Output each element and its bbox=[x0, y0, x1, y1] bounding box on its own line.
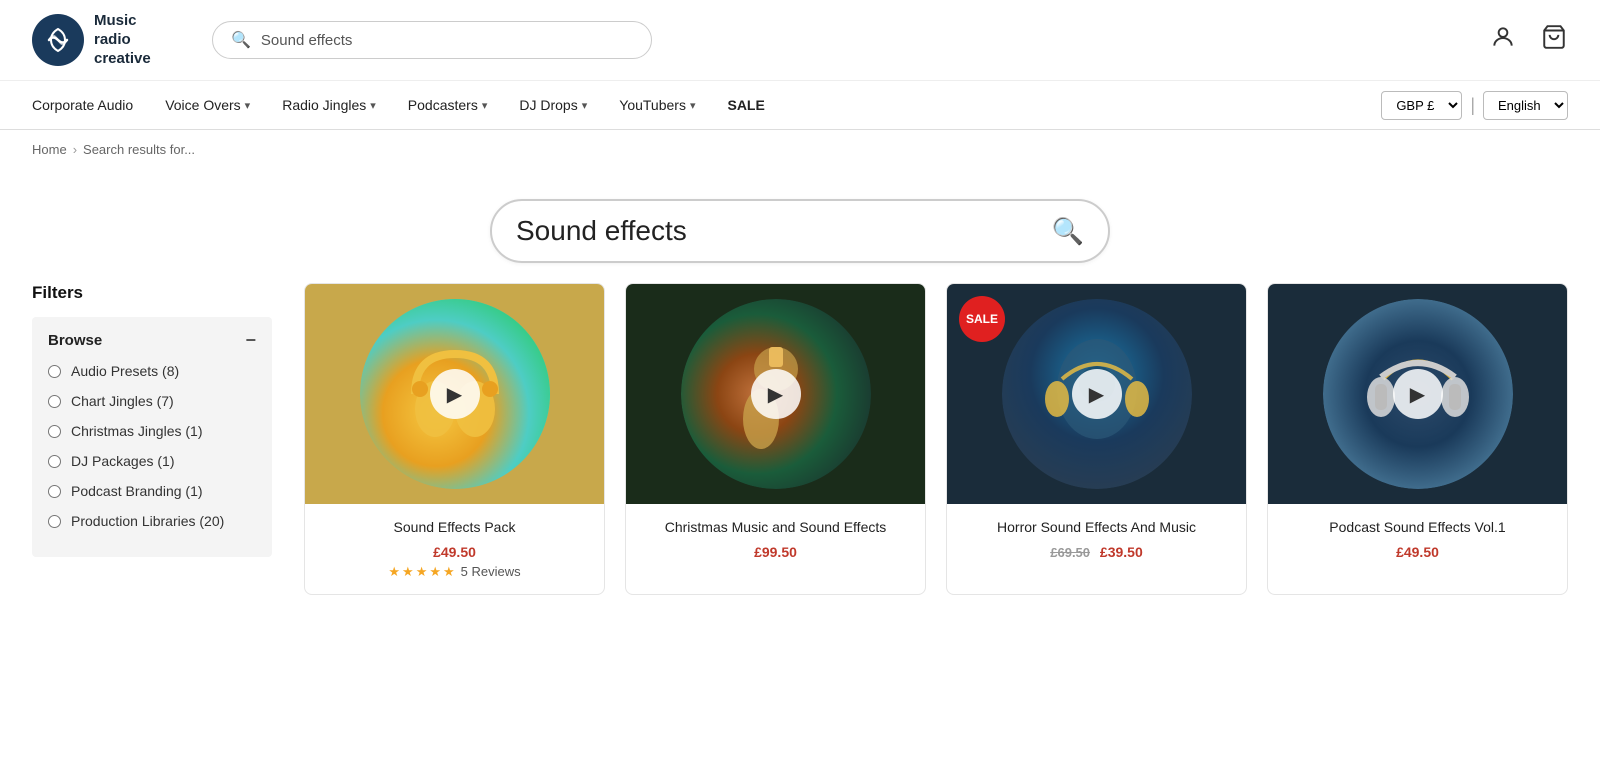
chevron-down-icon: ▾ bbox=[482, 99, 488, 112]
breadcrumb-separator: › bbox=[73, 142, 77, 157]
filter-label-chart-jingles: Chart Jingles (7) bbox=[71, 393, 174, 409]
filter-radio-production-libraries[interactable] bbox=[48, 515, 61, 528]
search-hero: 🔍 bbox=[0, 169, 1600, 283]
product-card-3[interactable]: SALE bbox=[946, 283, 1247, 595]
nav-radio-jingles[interactable]: Radio Jingles ▾ bbox=[282, 81, 376, 129]
product-card-1[interactable]: ▶ Sound Effects Pack £49.50 ★ ★ ★ ★ ★ 5 … bbox=[304, 283, 605, 595]
content-area: Filters Browse − Audio Presets (8) Chart… bbox=[0, 283, 1600, 635]
chevron-down-icon: ▾ bbox=[245, 99, 251, 112]
product-info-2: Christmas Music and Sound Effects £99.50 bbox=[626, 504, 925, 578]
nav-youtubers[interactable]: YouTubers ▾ bbox=[619, 81, 695, 129]
product-card-2[interactable]: ▶ Christmas Music and Sound Effects £99.… bbox=[625, 283, 926, 595]
header: Music radio creative 🔍 bbox=[0, 0, 1600, 81]
product-name-3: Horror Sound Effects And Music bbox=[961, 518, 1232, 538]
filter-christmas-jingles[interactable]: Christmas Jingles (1) bbox=[48, 423, 256, 439]
breadcrumb: Home › Search results for... bbox=[0, 130, 1600, 169]
play-button-4[interactable]: ▶ bbox=[1393, 369, 1443, 419]
hero-search-bar[interactable]: 🔍 bbox=[490, 199, 1110, 263]
chevron-down-icon: ▾ bbox=[690, 99, 696, 112]
filter-podcast-branding[interactable]: Podcast Branding (1) bbox=[48, 483, 256, 499]
breadcrumb-home[interactable]: Home bbox=[32, 142, 67, 157]
nav-divider: | bbox=[1470, 95, 1475, 116]
navigation: Corporate Audio Voice Overs ▾ Radio Jing… bbox=[0, 81, 1600, 130]
nav-dj-drops[interactable]: DJ Drops ▾ bbox=[519, 81, 587, 129]
product-name-4: Podcast Sound Effects Vol.1 bbox=[1282, 518, 1553, 538]
browse-label: Browse bbox=[48, 332, 102, 349]
product-info-3: Horror Sound Effects And Music £69.50 £3… bbox=[947, 504, 1246, 578]
sale-badge-3: SALE bbox=[959, 296, 1005, 342]
filter-label-audio-presets: Audio Presets (8) bbox=[71, 363, 179, 379]
star-icon: ★ bbox=[429, 564, 441, 580]
hero-search-input[interactable] bbox=[516, 215, 1038, 247]
product-image-wrap-3: SALE bbox=[947, 284, 1246, 504]
logo-text: Music radio creative bbox=[94, 12, 151, 68]
nav-right: GBP £ USD $ EUR € | English French bbox=[1381, 91, 1568, 120]
nav-corporate-audio[interactable]: Corporate Audio bbox=[32, 81, 133, 129]
product-price-4: £49.50 bbox=[1282, 544, 1553, 560]
star-icon: ★ bbox=[416, 564, 428, 580]
star-icon: ★ bbox=[388, 564, 400, 580]
nav-sale[interactable]: SALE bbox=[727, 81, 764, 129]
product-image-wrap-1: ▶ bbox=[305, 284, 604, 504]
browse-panel: Browse − Audio Presets (8) Chart Jingles… bbox=[32, 317, 272, 557]
product-price-3: £69.50 £39.50 bbox=[961, 544, 1232, 560]
nav-podcasters[interactable]: Podcasters ▾ bbox=[408, 81, 488, 129]
product-info-1: Sound Effects Pack £49.50 ★ ★ ★ ★ ★ 5 Re… bbox=[305, 504, 604, 594]
header-search-icon: 🔍 bbox=[231, 30, 251, 50]
logo[interactable]: Music radio creative bbox=[32, 12, 192, 68]
product-original-price-3: £69.50 bbox=[1050, 545, 1090, 560]
header-search-bar[interactable]: 🔍 bbox=[212, 21, 652, 59]
product-stars-1: ★ ★ ★ ★ ★ 5 Reviews bbox=[319, 564, 590, 580]
nav-voice-overs[interactable]: Voice Overs ▾ bbox=[165, 81, 250, 129]
product-image-wrap-2: ▶ bbox=[626, 284, 925, 504]
filter-radio-chart-jingles[interactable] bbox=[48, 395, 61, 408]
products-grid: ▶ Sound Effects Pack £49.50 ★ ★ ★ ★ ★ 5 … bbox=[304, 283, 1568, 595]
star-icon: ★ bbox=[443, 564, 455, 580]
play-button-2[interactable]: ▶ bbox=[751, 369, 801, 419]
collapse-browse-button[interactable]: − bbox=[245, 331, 256, 349]
play-button-1[interactable]: ▶ bbox=[430, 369, 480, 419]
sidebar: Filters Browse − Audio Presets (8) Chart… bbox=[32, 283, 272, 595]
browse-header: Browse − bbox=[48, 331, 256, 349]
filter-label-christmas-jingles: Christmas Jingles (1) bbox=[71, 423, 202, 439]
header-icons bbox=[1490, 24, 1568, 56]
star-icon: ★ bbox=[402, 564, 414, 580]
logo-icon bbox=[32, 14, 84, 66]
filter-radio-dj-packages[interactable] bbox=[48, 455, 61, 468]
filter-audio-presets[interactable]: Audio Presets (8) bbox=[48, 363, 256, 379]
product-info-4: Podcast Sound Effects Vol.1 £49.50 bbox=[1268, 504, 1567, 578]
filter-radio-christmas-jingles[interactable] bbox=[48, 425, 61, 438]
filter-radio-audio-presets[interactable] bbox=[48, 365, 61, 378]
filter-label-production-libraries: Production Libraries (20) bbox=[71, 513, 224, 529]
filter-chart-jingles[interactable]: Chart Jingles (7) bbox=[48, 393, 256, 409]
product-name-1: Sound Effects Pack bbox=[319, 518, 590, 538]
product-sale-price-3: £39.50 bbox=[1100, 544, 1143, 560]
product-name-2: Christmas Music and Sound Effects bbox=[640, 518, 911, 538]
play-button-3[interactable]: ▶ bbox=[1072, 369, 1122, 419]
language-select[interactable]: English French bbox=[1483, 91, 1568, 120]
chevron-down-icon: ▾ bbox=[370, 99, 376, 112]
product-price-2: £99.50 bbox=[640, 544, 911, 560]
user-icon[interactable] bbox=[1490, 24, 1516, 56]
cart-icon[interactable] bbox=[1540, 24, 1568, 56]
hero-search-icon[interactable]: 🔍 bbox=[1052, 216, 1084, 247]
chevron-down-icon: ▾ bbox=[582, 99, 588, 112]
filter-label-dj-packages: DJ Packages (1) bbox=[71, 453, 174, 469]
filter-label-podcast-branding: Podcast Branding (1) bbox=[71, 483, 203, 499]
breadcrumb-current: Search results for... bbox=[83, 142, 195, 157]
reviews-count-1: 5 Reviews bbox=[461, 564, 521, 579]
header-search-input[interactable] bbox=[261, 32, 633, 49]
filter-dj-packages[interactable]: DJ Packages (1) bbox=[48, 453, 256, 469]
product-price-1: £49.50 bbox=[319, 544, 590, 560]
filter-production-libraries[interactable]: Production Libraries (20) bbox=[48, 513, 256, 529]
filters-title: Filters bbox=[32, 283, 272, 303]
currency-select[interactable]: GBP £ USD $ EUR € bbox=[1381, 91, 1462, 120]
product-image-wrap-4: ▶ bbox=[1268, 284, 1567, 504]
products-main: ▶ Sound Effects Pack £49.50 ★ ★ ★ ★ ★ 5 … bbox=[304, 283, 1568, 595]
product-card-4[interactable]: ▶ Podcast Sound Effects Vol.1 £49.50 bbox=[1267, 283, 1568, 595]
filter-radio-podcast-branding[interactable] bbox=[48, 485, 61, 498]
